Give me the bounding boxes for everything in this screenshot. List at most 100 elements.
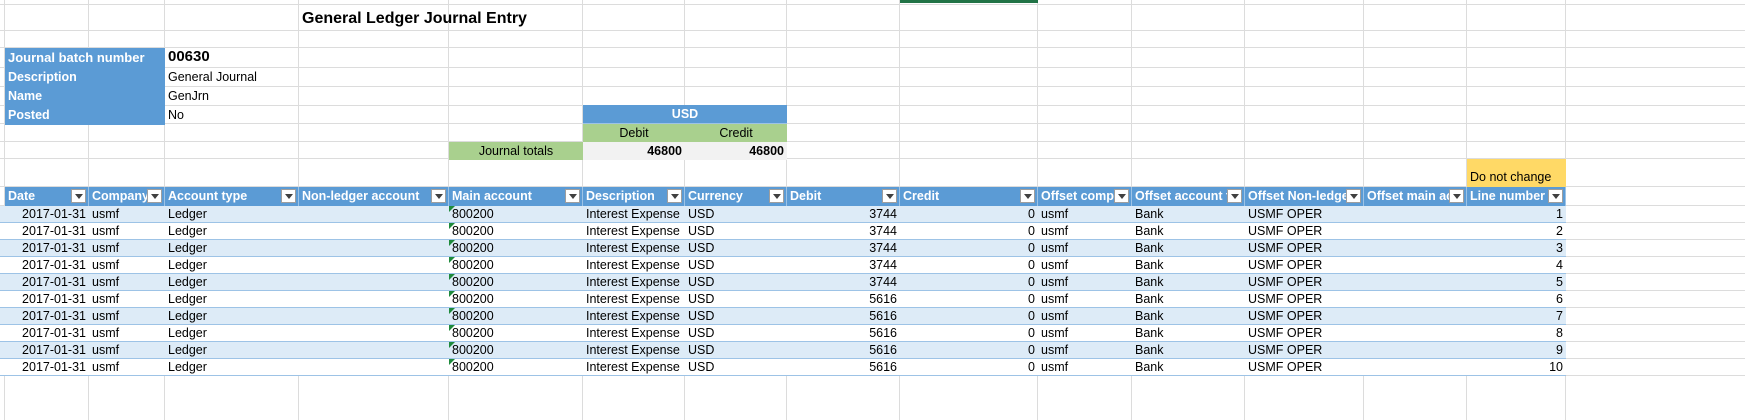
cell-offset-type[interactable]: Bank: [1132, 342, 1245, 359]
table-row[interactable]: 2017-01-31 usmf Ledger 800200 Interest Expen…: [0, 274, 1566, 291]
cell-date[interactable]: 2017-01-31: [5, 223, 89, 240]
cell-offset-main[interactable]: [1364, 223, 1467, 240]
table-row[interactable]: 2017-01-31 usmf Ledger 800200 Interest Expen…: [0, 342, 1566, 359]
cell-date[interactable]: 2017-01-31: [5, 240, 89, 257]
cell-offset-main[interactable]: [1364, 240, 1467, 257]
cell-account-type[interactable]: Ledger: [165, 206, 299, 223]
cell-description[interactable]: Interest Expense: [583, 206, 685, 223]
cell-line[interactable]: 2: [1467, 223, 1566, 240]
cell-offset-type[interactable]: Bank: [1132, 206, 1245, 223]
cell-description[interactable]: Interest Expense: [583, 274, 685, 291]
cell-offset-type[interactable]: Bank: [1132, 223, 1245, 240]
cell-date[interactable]: 2017-01-31: [5, 274, 89, 291]
filter-dropdown-icon[interactable]: [1114, 189, 1129, 203]
cell-offset-company[interactable]: usmf: [1038, 342, 1132, 359]
cell-non-ledger[interactable]: [299, 342, 449, 359]
cell-offset-type[interactable]: Bank: [1132, 325, 1245, 342]
cell-offset-company[interactable]: usmf: [1038, 308, 1132, 325]
cell-date[interactable]: 2017-01-31: [5, 291, 89, 308]
cell-company[interactable]: usmf: [89, 274, 165, 291]
cell-debit[interactable]: 3744: [787, 274, 900, 291]
cell-debit[interactable]: 5616: [787, 342, 900, 359]
cell-debit[interactable]: 3744: [787, 206, 900, 223]
cell-debit[interactable]: 5616: [787, 308, 900, 325]
cell-non-ledger[interactable]: [299, 240, 449, 257]
filter-dropdown-icon[interactable]: [1227, 189, 1242, 203]
cell-offset-type[interactable]: Bank: [1132, 359, 1245, 376]
cell-credit[interactable]: 0: [900, 325, 1038, 342]
cell-main-account[interactable]: 800200: [449, 206, 583, 223]
table-row[interactable]: 2017-01-31 usmf Ledger 800200 Interest Expen…: [0, 257, 1566, 274]
cell-main-account[interactable]: 800200: [449, 359, 583, 376]
cell-company[interactable]: usmf: [89, 325, 165, 342]
filter-dropdown-icon[interactable]: [71, 189, 86, 203]
table-row[interactable]: 2017-01-31 usmf Ledger 800200 Interest Expen…: [0, 308, 1566, 325]
cell-account-type[interactable]: Ledger: [165, 342, 299, 359]
cell-description[interactable]: Interest Expense: [583, 308, 685, 325]
cell-credit[interactable]: 0: [900, 342, 1038, 359]
cell-offset-company[interactable]: usmf: [1038, 206, 1132, 223]
cell-offset-nonledger[interactable]: USMF OPER: [1245, 206, 1364, 223]
cell-company[interactable]: usmf: [89, 257, 165, 274]
filter-dropdown-icon[interactable]: [565, 189, 580, 203]
table-row[interactable]: 2017-01-31 usmf Ledger 800200 Interest Expen…: [0, 223, 1566, 240]
cell-main-account[interactable]: 800200: [449, 325, 583, 342]
cell-date[interactable]: 2017-01-31: [5, 206, 89, 223]
cell-non-ledger[interactable]: [299, 206, 449, 223]
description-value[interactable]: General Journal: [165, 68, 299, 87]
cell-credit[interactable]: 0: [900, 359, 1038, 376]
cell-credit[interactable]: 0: [900, 274, 1038, 291]
posted-value[interactable]: No: [165, 106, 299, 125]
cell-company[interactable]: usmf: [89, 342, 165, 359]
cell-line[interactable]: 1: [1467, 206, 1566, 223]
cell-account-type[interactable]: Ledger: [165, 274, 299, 291]
cell-offset-company[interactable]: usmf: [1038, 325, 1132, 342]
cell-offset-nonledger[interactable]: USMF OPER: [1245, 274, 1364, 291]
cell-main-account[interactable]: 800200: [449, 257, 583, 274]
cell-date[interactable]: 2017-01-31: [5, 342, 89, 359]
cell-offset-type[interactable]: Bank: [1132, 240, 1245, 257]
cell-offset-nonledger[interactable]: USMF OPER: [1245, 359, 1364, 376]
filter-dropdown-icon[interactable]: [882, 189, 897, 203]
name-value[interactable]: GenJrn: [165, 87, 299, 106]
cell-line[interactable]: 4: [1467, 257, 1566, 274]
cell-currency[interactable]: USD: [685, 223, 787, 240]
filter-dropdown-icon[interactable]: [769, 189, 784, 203]
cell-offset-type[interactable]: Bank: [1132, 257, 1245, 274]
table-row[interactable]: 2017-01-31 usmf Ledger 800200 Interest Expen…: [0, 359, 1566, 376]
cell-offset-nonledger[interactable]: USMF OPER: [1245, 240, 1364, 257]
cell-company[interactable]: usmf: [89, 206, 165, 223]
cell-non-ledger[interactable]: [299, 257, 449, 274]
cell-currency[interactable]: USD: [685, 291, 787, 308]
cell-debit[interactable]: 5616: [787, 291, 900, 308]
cell-offset-main[interactable]: [1364, 308, 1467, 325]
cell-offset-nonledger[interactable]: USMF OPER: [1245, 308, 1364, 325]
cell-debit[interactable]: 5616: [787, 359, 900, 376]
cell-description[interactable]: Interest Expense: [583, 291, 685, 308]
cell-account-type[interactable]: Ledger: [165, 240, 299, 257]
filter-dropdown-icon[interactable]: [431, 189, 446, 203]
cell-currency[interactable]: USD: [685, 342, 787, 359]
cell-line[interactable]: 7: [1467, 308, 1566, 325]
cell-account-type[interactable]: Ledger: [165, 291, 299, 308]
table-row[interactable]: 2017-01-31 usmf Ledger 800200 Interest Expen…: [0, 206, 1566, 223]
cell-line[interactable]: 6: [1467, 291, 1566, 308]
cell-line[interactable]: 5: [1467, 274, 1566, 291]
cell-main-account[interactable]: 800200: [449, 240, 583, 257]
cell-offset-company[interactable]: usmf: [1038, 274, 1132, 291]
cell-credit[interactable]: 0: [900, 240, 1038, 257]
cell-line[interactable]: 10: [1467, 359, 1566, 376]
cell-offset-type[interactable]: Bank: [1132, 291, 1245, 308]
cell-non-ledger[interactable]: [299, 325, 449, 342]
cell-offset-type[interactable]: Bank: [1132, 274, 1245, 291]
cell-offset-company[interactable]: usmf: [1038, 257, 1132, 274]
cell-currency[interactable]: USD: [685, 206, 787, 223]
cell-description[interactable]: Interest Expense: [583, 325, 685, 342]
cell-offset-company[interactable]: usmf: [1038, 240, 1132, 257]
cell-description[interactable]: Interest Expense: [583, 359, 685, 376]
cell-currency[interactable]: USD: [685, 325, 787, 342]
cell-debit[interactable]: 5616: [787, 325, 900, 342]
cell-date[interactable]: 2017-01-31: [5, 257, 89, 274]
table-row[interactable]: 2017-01-31 usmf Ledger 800200 Interest Expen…: [0, 240, 1566, 257]
cell-description[interactable]: Interest Expense: [583, 223, 685, 240]
